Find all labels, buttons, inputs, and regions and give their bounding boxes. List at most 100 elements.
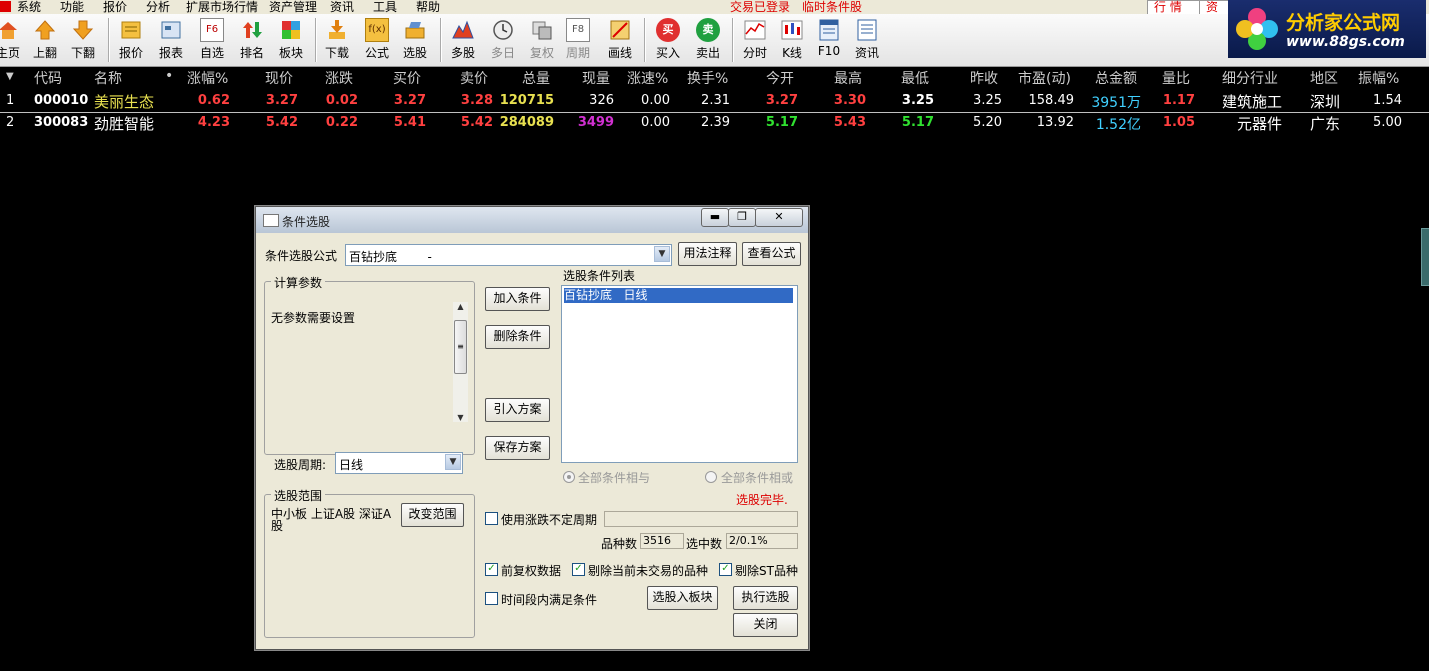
col-pe[interactable]: 市盈(动)	[1018, 68, 1071, 88]
home-button[interactable]: 主页	[0, 18, 28, 61]
add-to-sector-button[interactable]: 选股入板块	[647, 586, 718, 610]
col-high[interactable]: 最高	[834, 68, 862, 88]
sector-icon	[282, 21, 300, 39]
menu-quote[interactable]: 报价	[103, 0, 127, 14]
download-button[interactable]: 下载	[317, 18, 357, 61]
restore-rights-button[interactable]: 复权	[522, 18, 562, 61]
chevron-down-icon[interactable]: ▼	[654, 246, 670, 262]
col-turnover[interactable]: 换手%	[687, 68, 728, 88]
chevron-down-icon[interactable]: ▼	[445, 454, 461, 470]
sector-button[interactable]: 板块	[271, 18, 311, 61]
forward-adjust-checkbox[interactable]: ✓	[485, 563, 498, 576]
uncertain-period-input[interactable]	[604, 511, 798, 527]
kline-button[interactable]: K线	[772, 18, 812, 61]
col-vol-ratio[interactable]: 量比	[1162, 68, 1190, 88]
col-bid[interactable]: 买价	[393, 68, 421, 88]
all-and-radio[interactable]	[563, 471, 575, 483]
page-up-button[interactable]: 上翻	[25, 18, 65, 61]
scroll-thumb[interactable]: ≡	[454, 320, 467, 374]
low: 5.17	[901, 115, 934, 130]
download-icon	[329, 20, 345, 39]
buy-button[interactable]: 买 买入	[648, 18, 688, 61]
scroll-up-icon[interactable]: ▲	[453, 302, 468, 311]
col-open[interactable]: 今开	[766, 68, 794, 88]
col-prev-close[interactable]: 昨收	[970, 68, 998, 88]
watchlist-button[interactable]: F6 自选	[192, 18, 232, 61]
all-or-radio[interactable]	[705, 471, 717, 483]
stock-name: 美丽生态	[94, 93, 155, 111]
ranking-button[interactable]: 排名	[232, 18, 272, 61]
exclude-untraded-checkbox[interactable]: ✓	[572, 563, 585, 576]
sort-arrow-icon[interactable]: ▼	[6, 71, 14, 82]
f10-button[interactable]: F10	[809, 18, 849, 58]
change-scope-button[interactable]: 改变范围	[401, 503, 464, 527]
maximize-button[interactable]: ❐	[728, 208, 756, 227]
dialog-titlebar[interactable]: 条件选股 ▬ ❐ ✕	[256, 207, 808, 233]
add-condition-button[interactable]: 加入条件	[485, 287, 550, 311]
side-scroll-handle[interactable]	[1421, 228, 1429, 286]
menu-extended-market[interactable]: 扩展市场行情	[186, 0, 258, 14]
draw-line-button[interactable]: 画线	[600, 18, 640, 61]
table-row[interactable]: 1 000010 美丽生态 0.62 3.27 0.02 3.27 3.28 1…	[0, 90, 1429, 113]
conditions-list[interactable]: 百钻抄底 日线	[561, 285, 798, 463]
col-change[interactable]: 涨跌	[325, 68, 353, 88]
multi-stock-button[interactable]: 多股	[443, 18, 483, 61]
formula-select[interactable]: 百钻抄底 - ▼	[345, 244, 672, 266]
menu-tools[interactable]: 工具	[373, 0, 397, 14]
speed: 0.00	[641, 115, 670, 130]
menu-function[interactable]: 功能	[60, 0, 84, 14]
quote-label: 报价	[118, 46, 143, 60]
col-volume[interactable]: 总量	[522, 68, 550, 88]
formula-button[interactable]: f(x) 公式	[357, 18, 397, 61]
uncertain-period-checkbox[interactable]	[485, 512, 498, 525]
execute-pick-button[interactable]: 执行选股	[733, 586, 798, 610]
col-low[interactable]: 最低	[901, 68, 929, 88]
menu-asset-management[interactable]: 资产管理	[269, 0, 317, 14]
col-price[interactable]: 现价	[265, 68, 293, 88]
params-scrollbar[interactable]: ▲ ≡ ▼	[453, 302, 468, 422]
col-amount[interactable]: 总金额	[1095, 68, 1137, 88]
menu-help[interactable]: 帮助	[416, 0, 440, 14]
turnover: 2.39	[701, 115, 730, 130]
multi-day-button[interactable]: 多日	[483, 18, 523, 61]
page-down-button[interactable]: 下翻	[63, 18, 103, 61]
col-change-pct[interactable]: 涨幅%	[187, 68, 228, 88]
import-scheme-button[interactable]: 引入方案	[485, 398, 550, 422]
report-button[interactable]: 报表	[151, 18, 191, 61]
col-amplitude[interactable]: 振幅%	[1358, 68, 1399, 88]
menu-system[interactable]: 系统	[17, 0, 41, 14]
view-formula-button[interactable]: 查看公式	[742, 242, 801, 266]
stock-pick-button[interactable]: 选股	[395, 18, 435, 61]
intraday-button[interactable]: 分时	[735, 18, 775, 61]
scroll-down-icon[interactable]: ▼	[453, 413, 468, 422]
col-current-vol[interactable]: 现量	[582, 68, 610, 88]
stock-name: 劲胜智能	[94, 115, 155, 133]
table-row[interactable]: 2 300083 劲胜智能 4.23 5.42 0.22 5.41 5.42 2…	[0, 112, 1429, 134]
save-scheme-button[interactable]: 保存方案	[485, 436, 550, 460]
news-button[interactable]: 资讯	[847, 18, 887, 61]
col-ask[interactable]: 卖价	[460, 68, 488, 88]
menu-news[interactable]: 资讯	[330, 0, 354, 14]
col-industry[interactable]: 细分行业	[1222, 68, 1278, 88]
list-item[interactable]: 百钻抄底 日线	[564, 288, 793, 303]
col-code[interactable]: 代码	[34, 68, 62, 88]
exclude-st-checkbox[interactable]: ✓	[719, 563, 732, 576]
quote-button[interactable]: 报价	[111, 18, 151, 61]
buy-label: 买入	[655, 46, 680, 60]
col-region[interactable]: 地区	[1310, 68, 1338, 88]
close-window-button[interactable]: ✕	[755, 208, 803, 227]
menu-analysis[interactable]: 分析	[146, 0, 170, 14]
count-value: 3516	[640, 533, 684, 549]
stock-pick-icon	[405, 22, 425, 39]
col-name[interactable]: 名称	[94, 68, 122, 88]
minimize-button[interactable]: ▬	[701, 208, 729, 227]
col-speed[interactable]: 涨速%	[627, 68, 668, 88]
usage-notes-button[interactable]: 用法注释	[678, 242, 737, 266]
watchlist-label: 自选	[199, 46, 224, 60]
delete-condition-button[interactable]: 删除条件	[485, 325, 550, 349]
period-button[interactable]: F8 周期	[558, 18, 598, 61]
time-period-checkbox[interactable]	[485, 592, 498, 605]
period-select[interactable]: 日线 ▼	[335, 452, 463, 474]
close-button[interactable]: 关闭	[733, 613, 798, 637]
sell-button[interactable]: 卖 卖出	[688, 18, 728, 61]
